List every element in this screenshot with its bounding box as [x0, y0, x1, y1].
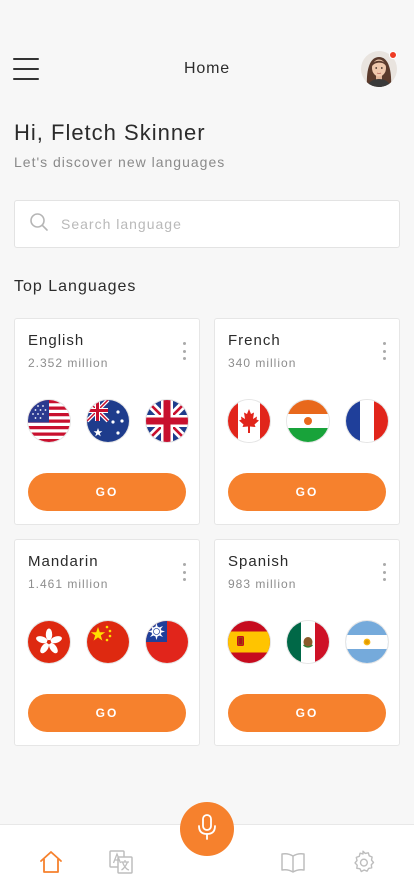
translate-icon[interactable] [108, 849, 134, 875]
go-button-spanish[interactable]: GO [228, 694, 386, 732]
search-icon [29, 212, 49, 237]
microphone-icon [195, 813, 219, 846]
notification-dot [389, 51, 397, 59]
language-name: Mandarin [28, 553, 99, 570]
speaker-count: 2.352 million [28, 356, 109, 370]
uk-flag-icon [146, 400, 188, 442]
home-icon[interactable] [38, 849, 64, 875]
search-input[interactable] [61, 216, 361, 232]
go-button-mandarin[interactable]: GO [28, 694, 186, 732]
app-header: Home [0, 44, 414, 94]
flag-row [28, 400, 188, 442]
france-flag-icon [346, 400, 388, 442]
language-card-spanish: Spanish 983 million GO [214, 539, 400, 746]
settings-icon[interactable] [350, 849, 376, 875]
more-options-icon[interactable] [181, 563, 187, 581]
microphone-button[interactable] [180, 802, 234, 856]
language-grid: English 2.352 million GO French 340 mill… [14, 318, 400, 746]
canada-flag-icon [228, 400, 270, 442]
speaker-count: 1.461 million [28, 577, 109, 591]
more-options-icon[interactable] [381, 563, 387, 581]
go-button-english[interactable]: GO [28, 473, 186, 511]
taiwan-flag-icon [146, 621, 188, 663]
language-card-mandarin: Mandarin 1.461 million GO [14, 539, 200, 746]
book-icon[interactable] [280, 849, 306, 875]
speaker-count: 983 million [228, 577, 297, 591]
language-name: French [228, 332, 281, 349]
language-card-french: French 340 million GO [214, 318, 400, 525]
greeting-title: Hi, Fletch Skinner [14, 120, 206, 145]
greeting-subtitle: Let's discover new languages [14, 154, 226, 170]
australia-flag-icon [87, 400, 129, 442]
more-options-icon[interactable] [181, 342, 187, 360]
usa-flag-icon [28, 400, 70, 442]
china-flag-icon [87, 621, 129, 663]
argentina-flag-icon [346, 621, 388, 663]
spain-flag-icon [228, 621, 270, 663]
niger-flag-icon [287, 400, 329, 442]
language-name: English [28, 332, 85, 349]
flag-row [28, 621, 188, 663]
language-card-english: English 2.352 million GO [14, 318, 200, 525]
hong-kong-flag-icon [28, 621, 70, 663]
flag-row [228, 400, 388, 442]
speaker-count: 340 million [228, 356, 297, 370]
go-button-french[interactable]: GO [228, 473, 386, 511]
mexico-flag-icon [287, 621, 329, 663]
flag-row [228, 621, 388, 663]
section-title: Top Languages [14, 278, 137, 295]
more-options-icon[interactable] [381, 342, 387, 360]
search-bar[interactable] [14, 200, 400, 248]
page-title: Home [184, 60, 230, 77]
language-name: Spanish [228, 553, 290, 570]
